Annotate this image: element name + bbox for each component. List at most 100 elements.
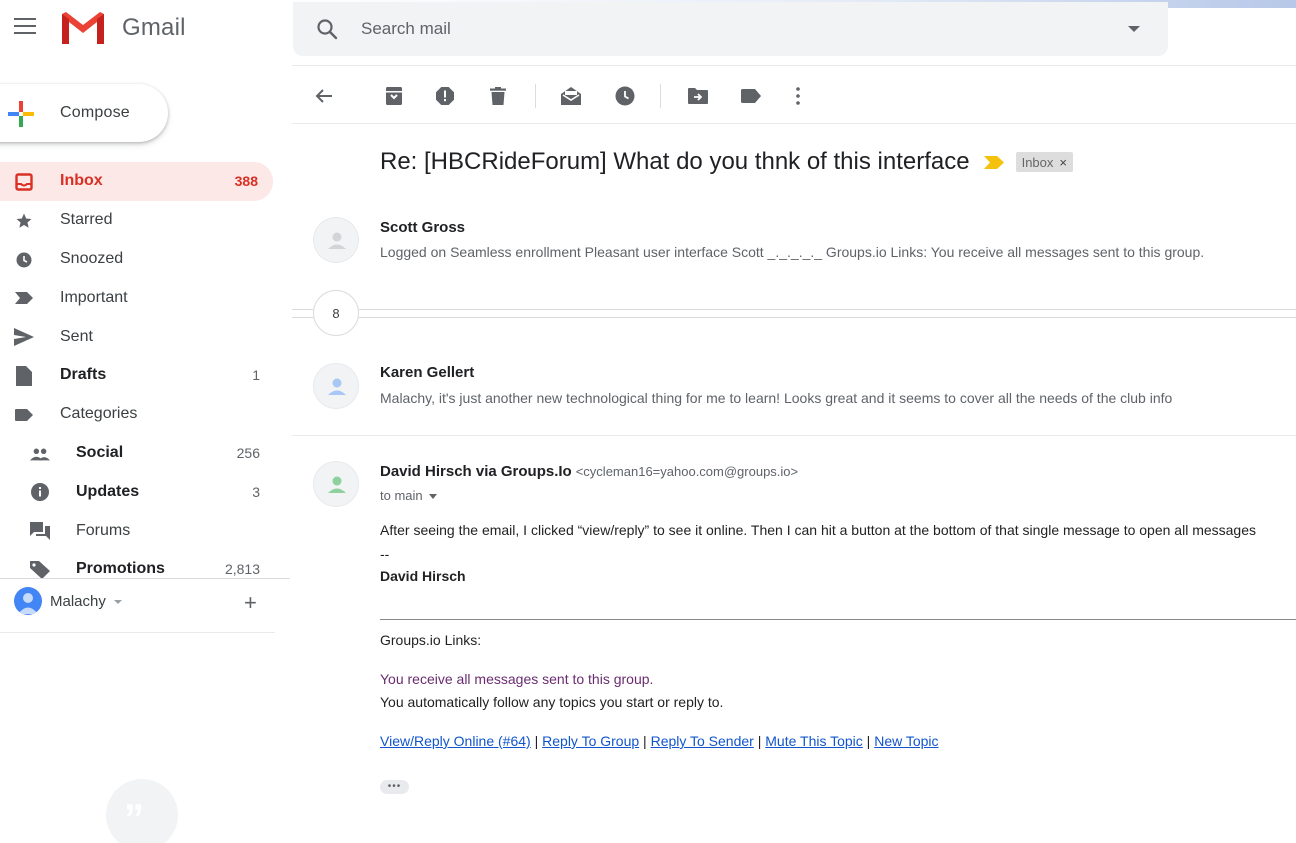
info-icon: [30, 482, 50, 502]
mute-topic-link[interactable]: Mute This Topic: [765, 733, 863, 749]
remove-label-icon[interactable]: ×: [1059, 155, 1067, 170]
search-bar[interactable]: [293, 2, 1168, 56]
follow-notice: You automatically follow any topics you …: [380, 694, 724, 710]
sidebar-item-snoozed[interactable]: Snoozed: [0, 240, 290, 279]
sidebar-item-label: Social: [76, 443, 124, 461]
sidebar-item-drafts[interactable]: Drafts 1: [0, 356, 290, 395]
promotions-count: 2,813: [224, 561, 260, 578]
sidebar-item-label: Forums: [76, 521, 131, 539]
groupsio-divider: [380, 619, 1296, 620]
show-trimmed-content-button[interactable]: •••: [380, 780, 409, 794]
message-snippet[interactable]: Malachy, it's just another new technolog…: [380, 390, 1296, 406]
sidebar-item-promotions[interactable]: Promotions 2,813: [0, 550, 290, 589]
archive-icon[interactable]: [378, 80, 410, 112]
delete-icon[interactable]: [482, 80, 514, 112]
sidebar-item-label: Promotions: [76, 560, 165, 578]
toolbar-divider: [292, 123, 1296, 124]
compose-button[interactable]: Compose: [0, 84, 168, 142]
sidebar-item-social[interactable]: Social 256: [0, 434, 290, 473]
message-body: After seeing the email, I clicked “view/…: [380, 522, 1256, 538]
snooze-clock-icon[interactable]: [609, 80, 641, 112]
move-to-icon[interactable]: [682, 80, 714, 112]
sidebar-item-forums[interactable]: Forums: [0, 511, 290, 550]
recipient-details[interactable]: to main: [380, 488, 437, 503]
sender-avatar[interactable]: [313, 363, 359, 409]
search-options-icon[interactable]: [1128, 26, 1140, 32]
add-contact-icon[interactable]: +: [244, 590, 257, 616]
inbox-label-chip[interactable]: Inbox ×: [1015, 152, 1073, 172]
collapsed-divider: [292, 309, 1296, 310]
draft-count: 1: [252, 367, 260, 384]
link-separator: |: [534, 733, 539, 749]
avatar: [14, 587, 42, 615]
sidebar-item-label: Starred: [60, 211, 113, 229]
sender-avatar[interactable]: [313, 461, 359, 507]
account-name: Malachy: [50, 593, 106, 610]
sidebar-item-label: Snoozed: [60, 249, 124, 267]
label-as-icon[interactable]: [735, 80, 767, 112]
sidebar-item-label: Drafts: [60, 366, 107, 384]
reply-to-group-link[interactable]: Reply To Group: [542, 733, 639, 749]
toolbar-separator: [660, 84, 661, 108]
sidebar-divider: [0, 578, 290, 579]
collapsed-messages-count[interactable]: 8: [313, 290, 359, 336]
report-spam-icon[interactable]: [429, 80, 461, 112]
sidebar-item-label: Important: [60, 288, 128, 306]
forum-icon: [30, 521, 50, 541]
message-sender[interactable]: Scott Gross: [380, 219, 465, 236]
label-icon: [14, 405, 34, 425]
unread-count: 388: [234, 173, 258, 190]
sidebar-item-starred[interactable]: Starred: [0, 201, 290, 240]
sidebar-item-important[interactable]: Important: [0, 278, 290, 317]
message-sender: David Hirsch via Groups.Io: [380, 463, 572, 480]
signature-name: David Hirsch: [380, 568, 466, 584]
sender-avatar[interactable]: [313, 217, 359, 263]
gmail-logo[interactable]: Gmail: [60, 10, 186, 46]
reply-to-sender-link[interactable]: Reply To Sender: [651, 733, 754, 749]
view-reply-online-link[interactable]: View/Reply Online (#64): [380, 733, 531, 749]
importance-marker-icon[interactable]: [983, 148, 1004, 176]
sender-email: <cycleman16=yahoo.com@groups.io>: [575, 464, 799, 479]
sidebar-nav: Inbox 388 Starred Snoozed Important Sent…: [0, 162, 290, 589]
link-separator: |: [757, 733, 762, 749]
sidebar-item-label: Inbox: [60, 172, 103, 190]
sidebar-item-sent[interactable]: Sent: [0, 317, 290, 356]
sidebar-item-label: Categories: [60, 405, 138, 423]
groupsio-links: View/Reply Online (#64) | Reply To Group…: [380, 733, 939, 749]
link-separator: |: [866, 733, 871, 749]
back-arrow-icon[interactable]: [308, 80, 340, 112]
mark-unread-icon[interactable]: [555, 80, 587, 112]
sidebar-item-inbox[interactable]: Inbox 388: [0, 162, 273, 201]
more-vertical-icon[interactable]: [782, 80, 814, 112]
sidebar-divider: [0, 632, 275, 633]
collapsed-divider: [292, 317, 1296, 318]
sidebar-item-categories[interactable]: Categories: [0, 395, 290, 434]
show-details-caret-icon[interactable]: [428, 494, 437, 500]
hangouts-account[interactable]: Malachy: [14, 587, 122, 615]
sidebar-item-updates[interactable]: Updates 3: [0, 472, 290, 511]
important-marker-icon: [14, 288, 34, 308]
signature-dash: --: [380, 546, 390, 562]
gmail-m-icon: [62, 12, 104, 44]
clock-icon: [14, 250, 34, 270]
toolbar-separator: [535, 84, 536, 108]
message-sender-row[interactable]: David Hirsch via Groups.Io <cycleman16=ya…: [380, 463, 798, 480]
people-icon: [30, 444, 50, 464]
search-input[interactable]: [361, 16, 1061, 42]
label-chip-text: Inbox: [1021, 154, 1054, 170]
account-menu-caret-icon[interactable]: [114, 600, 122, 604]
recipient-text: to main: [380, 488, 423, 503]
new-topic-link[interactable]: New Topic: [874, 733, 938, 749]
sidebar-item-label: Sent: [60, 327, 93, 345]
message-snippet[interactable]: Logged on Seamless enrollment Pleasant u…: [380, 244, 1296, 260]
main-menu-icon[interactable]: [14, 18, 36, 38]
compose-plus-icon: [8, 101, 34, 127]
tag-icon: [30, 560, 50, 580]
hangouts-quote-icon[interactable]: ”: [106, 779, 178, 843]
social-count: 256: [236, 444, 260, 461]
sidebar-item-label: Updates: [76, 482, 140, 500]
subject-text: Re: [HBCRideForum] What do you thnk of t…: [380, 148, 970, 175]
message-sender[interactable]: Karen Gellert: [380, 364, 474, 381]
search-icon[interactable]: [315, 17, 339, 41]
draft-icon: [14, 365, 34, 386]
